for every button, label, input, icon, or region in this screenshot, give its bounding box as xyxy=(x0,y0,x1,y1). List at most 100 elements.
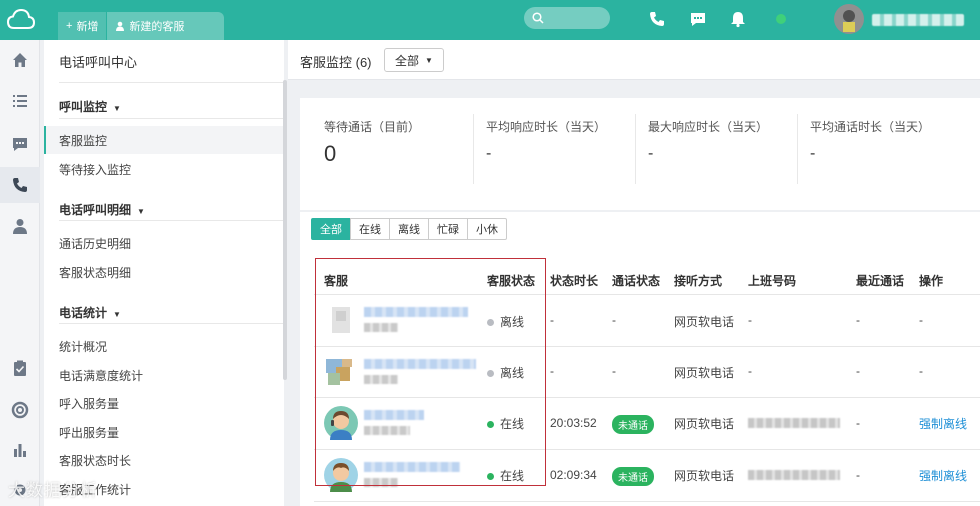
column-header-recent-call: 最近通话 xyxy=(856,274,905,288)
nav-messages[interactable] xyxy=(10,134,30,154)
work-number-redacted xyxy=(748,418,840,428)
top-bar: + 新增 新建的客服 xyxy=(0,0,980,40)
list-icon xyxy=(13,95,27,107)
phone-icon xyxy=(13,178,27,192)
caret-down-icon: ▼ xyxy=(137,207,145,216)
nav-stats[interactable] xyxy=(10,440,30,460)
filter-busy[interactable]: 忙碌 xyxy=(428,218,468,240)
status-cell: 离线 xyxy=(487,313,524,330)
avatar xyxy=(324,406,358,440)
stat-value: 0 xyxy=(324,141,337,166)
stat-value: - xyxy=(648,145,654,162)
phone-icon[interactable] xyxy=(648,10,666,28)
sidebar-item-agent-status-details[interactable]: 客服状态明细 xyxy=(44,258,284,286)
tab-new-label: 新增 xyxy=(76,21,99,33)
divider xyxy=(797,114,798,184)
sidebar-item-call-history[interactable]: 通话历史明细 xyxy=(44,229,284,257)
filter-online[interactable]: 在线 xyxy=(350,218,390,240)
nav-home[interactable] xyxy=(10,50,30,70)
nav-contacts[interactable] xyxy=(10,216,30,236)
sidebar-section-call-monitor[interactable]: 呼叫监控 ▼ xyxy=(59,98,121,115)
stat-avg-call-duration: 平均通话时长（当天） - xyxy=(810,118,960,163)
status-dot-icon xyxy=(487,370,494,378)
bell-icon[interactable] xyxy=(729,10,747,28)
recent-call-cell: - xyxy=(856,468,860,482)
sidebar-item-satisfaction-stats[interactable]: 电话满意度统计 xyxy=(44,361,284,389)
message-icon xyxy=(13,138,27,151)
stat-value: - xyxy=(486,145,492,162)
caret-down-icon: ▼ xyxy=(113,310,121,319)
nav-list[interactable] xyxy=(10,91,30,111)
tab-new[interactable]: + 新增 xyxy=(58,12,107,40)
work-number-redacted xyxy=(748,470,840,480)
section-label: 电话统计 xyxy=(59,306,108,320)
divider xyxy=(59,118,284,119)
search-input[interactable] xyxy=(524,7,610,29)
sidebar-item-stats-overview[interactable]: 统计概况 xyxy=(44,332,284,360)
stat-label: 等待通话（目前） xyxy=(324,120,421,134)
filter-all[interactable]: 全部 xyxy=(311,218,351,240)
action-cell: - xyxy=(919,313,923,327)
force-offline-link[interactable]: 强制离线 xyxy=(919,467,967,484)
agent-name-redacted xyxy=(364,462,460,472)
nav-tasks[interactable] xyxy=(10,358,30,378)
column-header-work-number: 上班号码 xyxy=(748,274,797,288)
status-dot-icon xyxy=(487,319,494,327)
sidebar-item-agent-monitor[interactable]: 客服监控 xyxy=(44,126,284,154)
stat-label: 平均响应时长（当天） xyxy=(486,120,607,134)
status-dot-icon[interactable] xyxy=(772,10,790,28)
stat-label: 最大响应时长（当天） xyxy=(648,120,769,134)
nav-help[interactable] xyxy=(10,400,30,420)
user-name-redacted xyxy=(872,14,964,26)
sidebar-scrollbar[interactable] xyxy=(283,80,287,380)
section-sidebar: 电话呼叫中心 呼叫监控 ▼ 客服监控 等待接入监控 电话呼叫明细 ▼ 通话历史明细 … xyxy=(44,40,284,506)
sidebar-item-outbound-volume[interactable]: 呼出服务量 xyxy=(44,418,284,446)
search-icon xyxy=(532,12,544,24)
stat-max-response: 最大响应时长（当天） - xyxy=(648,118,798,163)
status-cell: 离线 xyxy=(487,364,524,381)
recent-call-cell: - xyxy=(856,313,860,327)
agent-name-redacted xyxy=(364,410,424,420)
table-row: 离线 - - 网页软电话 - - - xyxy=(314,295,980,346)
call-status-cell: - xyxy=(612,364,616,378)
divider xyxy=(314,501,980,502)
column-header-call-status: 通话状态 xyxy=(612,274,661,288)
column-header-agent: 客服 xyxy=(324,274,349,288)
stat-label: 平均通话时长（当天） xyxy=(810,120,931,134)
divider xyxy=(473,114,474,184)
cloud-logo-icon[interactable] xyxy=(6,8,36,32)
agent-name-redacted xyxy=(364,359,476,369)
sidebar-item-agent-status-duration[interactable]: 客服状态时长 xyxy=(44,446,284,474)
stat-value: - xyxy=(810,145,816,162)
scope-dropdown[interactable]: 全部 ▼ xyxy=(384,48,444,72)
filter-break[interactable]: 小休 xyxy=(467,218,507,240)
section-label: 呼叫监控 xyxy=(59,100,108,114)
watermark-text: 大数据分析 xyxy=(8,481,98,501)
answer-mode-cell: 网页软电话 xyxy=(674,417,735,431)
recent-call-cell: - xyxy=(856,416,860,430)
stat-waiting-calls: 等待通话（目前） 0 xyxy=(324,118,474,167)
sidebar-section-call-details[interactable]: 电话呼叫明细 ▼ xyxy=(59,201,145,218)
answer-mode-cell: 网页软电话 xyxy=(674,366,735,380)
nav-phone[interactable] xyxy=(0,167,40,203)
chat-icon[interactable] xyxy=(689,10,707,28)
force-offline-link[interactable]: 强制离线 xyxy=(919,415,967,432)
sidebar-section-call-stats[interactable]: 电话统计 ▼ xyxy=(59,304,121,321)
agent-id-redacted xyxy=(364,375,398,384)
call-status-badge: 未通话 xyxy=(612,415,654,434)
status-cell: 在线 xyxy=(487,415,524,432)
table-row: 在线 20:03:52 未通话 网页软电话 - 强制离线 xyxy=(314,398,980,449)
tab-new-agent[interactable]: 新建的客服 xyxy=(107,12,225,40)
table-row: 在线 02:09:34 未通话 网页软电话 - 强制离线 xyxy=(314,450,980,501)
user-menu[interactable] xyxy=(830,0,980,40)
icon-sidebar xyxy=(0,40,40,506)
sidebar-item-queue-monitor[interactable]: 等待接入监控 xyxy=(44,155,284,183)
avatar xyxy=(324,458,358,492)
dropdown-value: 全部 xyxy=(395,53,420,68)
sidebar-item-inbound-volume[interactable]: 呼入服务量 xyxy=(44,389,284,417)
filter-offline[interactable]: 离线 xyxy=(389,218,429,240)
chevron-down-icon: ▼ xyxy=(425,55,433,65)
call-status-badge: 未通话 xyxy=(612,467,654,486)
column-header-answer-mode: 接听方式 xyxy=(674,274,723,288)
divider xyxy=(59,323,284,324)
